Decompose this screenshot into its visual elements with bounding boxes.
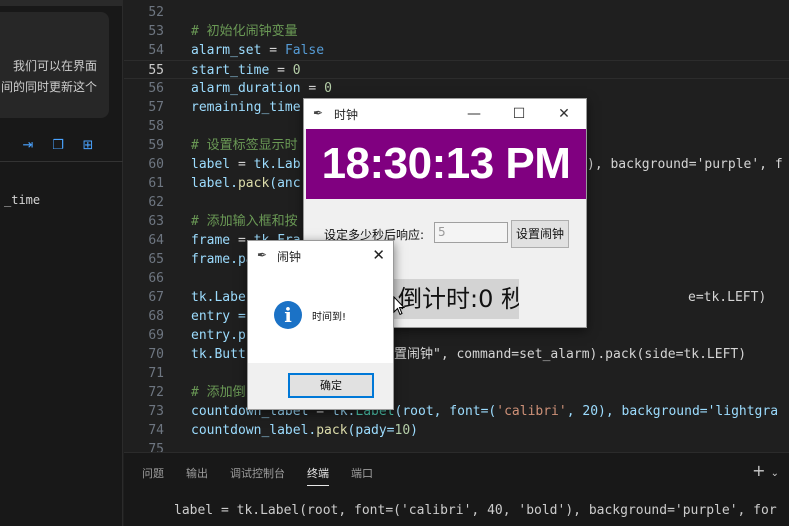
code-line[interactable]: 73 countdown_label = tk.Label(root, font=…	[124, 402, 789, 421]
chat-code-snippet: _time	[4, 193, 41, 207]
insert-at-cursor-icon[interactable]: ⇥	[20, 138, 36, 154]
chat-message: 我们可以在界面 间的同时更新这个	[0, 12, 109, 118]
code-line[interactable]: 69 entry.p	[124, 326, 789, 345]
panel-tabs: 问题 输出 调试控制台 终端 端口	[142, 465, 395, 486]
code-text: remaining_time	[191, 100, 301, 115]
line-number: 62	[148, 195, 164, 210]
panel-actions: + ⌄	[752, 461, 779, 480]
line-number: 66	[148, 271, 164, 286]
tab-ports[interactable]: 端口	[351, 465, 373, 486]
chevron-down-icon[interactable]: ⌄	[771, 468, 779, 479]
line-number: 54	[148, 43, 164, 58]
line-number: 56	[148, 81, 164, 96]
dialog-footer: 确定	[248, 363, 393, 409]
insert-into-file-icon[interactable]: ⊞	[80, 138, 96, 154]
dialog-message: 时间到!	[312, 312, 347, 323]
line-number: 71	[148, 366, 164, 381]
code-text: # 初始化闹钟变量	[191, 24, 298, 39]
seconds-input[interactable]: 5	[434, 222, 508, 243]
line-number: 58	[148, 119, 164, 134]
minimize-icon[interactable]: —	[459, 103, 489, 125]
dialog-titlebar[interactable]: ✒ 闹钟 ✕	[248, 241, 393, 271]
code-text: countdown_label.pack(pady=10)	[191, 423, 418, 438]
code-text: label = tk.Lab	[191, 157, 301, 172]
information-icon: i	[274, 301, 302, 329]
chat-panel: 我们可以在界面 间的同时更新这个 ⇥ ❐ ⊞ _time	[0, 0, 123, 526]
chat-top-bar	[0, 0, 123, 6]
line-number: 74	[148, 423, 164, 438]
code-line[interactable]: 53 # 初始化闹钟变量	[124, 22, 789, 41]
line-number: 59	[148, 138, 164, 153]
clock-time-label: 18:30:13 PM	[306, 129, 586, 199]
code-line[interactable]: 74 countdown_label.pack(pady=10)	[124, 421, 789, 440]
code-line[interactable]: 52	[124, 3, 789, 22]
new-terminal-icon[interactable]: +	[752, 461, 765, 480]
line-number: 67	[148, 290, 164, 305]
code-line[interactable]: 55 start_time = 0	[124, 60, 789, 79]
clock-titlebar[interactable]: ✒ 时钟 — ☐ ✕	[304, 99, 586, 129]
line-number: 61	[148, 176, 164, 191]
line-number: 64	[148, 233, 164, 248]
line-number: 73	[148, 404, 164, 419]
feather-icon: ✒	[257, 248, 268, 262]
code-line[interactable]: 54 alarm_set = False	[124, 41, 789, 60]
tab-terminal[interactable]: 终端	[307, 465, 329, 486]
close-icon[interactable]: ✕	[549, 103, 579, 125]
line-number: 55	[148, 63, 164, 78]
clock-window-title: 时钟	[334, 108, 359, 122]
code-text: # 添加倒	[191, 385, 246, 400]
tab-problems[interactable]: 问题	[142, 465, 164, 486]
code-text-tail: e=tk.LEFT)	[688, 290, 767, 305]
code-text: start_time = 0	[191, 63, 301, 78]
line-number: 63	[148, 214, 164, 229]
terminal-output: label = tk.Label(root, font=('calibri', …	[174, 503, 777, 518]
code-text: # 添加输入框和按	[191, 214, 298, 229]
mouse-cursor-icon	[393, 296, 405, 316]
code-text: entry =	[191, 309, 246, 324]
line-number: 68	[148, 309, 164, 324]
code-text: frame.pa	[191, 252, 254, 267]
divider	[0, 161, 123, 162]
line-number: 72	[148, 385, 164, 400]
set-alarm-button[interactable]: 设置闹钟	[511, 220, 569, 248]
copy-icon[interactable]: ❐	[50, 138, 66, 154]
code-text: label.pack(anc	[191, 176, 301, 191]
code-text: entry.p	[191, 328, 246, 343]
chat-message-line: 我们可以在界面	[12, 59, 97, 73]
code-line[interactable]: 56 alarm_duration = 0	[124, 79, 789, 98]
tab-output[interactable]: 输出	[186, 465, 208, 486]
code-text-tail: ), background='purple', f	[587, 157, 783, 172]
line-number: 60	[148, 157, 164, 172]
countdown-label: 倒计时:0 秒	[394, 279, 519, 319]
chat-message-line: 间的同时更新这个	[0, 80, 97, 94]
maximize-icon[interactable]: ☐	[504, 103, 534, 125]
code-line[interactable]: 71	[124, 364, 789, 383]
close-icon[interactable]: ✕	[372, 246, 385, 264]
code-text: # 设置标签显示时	[191, 138, 298, 153]
code-text-tail: 置闹钟", command=set_alarm).pack(side=tk.LE…	[394, 347, 747, 362]
line-number: 57	[148, 100, 164, 115]
code-text: tk.Labe	[191, 290, 246, 305]
bottom-panel: 问题 输出 调试控制台 终端 端口 + ⌄ label = tk.Label(r…	[124, 452, 789, 526]
ok-button[interactable]: 确定	[288, 373, 374, 398]
line-number: 70	[148, 347, 164, 362]
chat-actions: ⇥ ❐ ⊞	[20, 138, 96, 154]
code-text: alarm_set = False	[191, 43, 325, 58]
code-line[interactable]: 72 # 添加倒	[124, 383, 789, 402]
feather-icon: ✒	[313, 106, 324, 120]
tab-debug-console[interactable]: 调试控制台	[230, 465, 285, 486]
code-text: tk.Butt	[191, 347, 246, 362]
dialog-title: 闹钟	[277, 250, 302, 264]
alarm-dialog: ✒ 闹钟 ✕ i 时间到! 确定	[247, 240, 394, 410]
line-number: 53	[148, 24, 164, 39]
code-text: alarm_duration = 0	[191, 81, 332, 96]
line-number: 52	[148, 5, 164, 20]
line-number: 65	[148, 252, 164, 267]
line-number: 69	[148, 328, 164, 343]
